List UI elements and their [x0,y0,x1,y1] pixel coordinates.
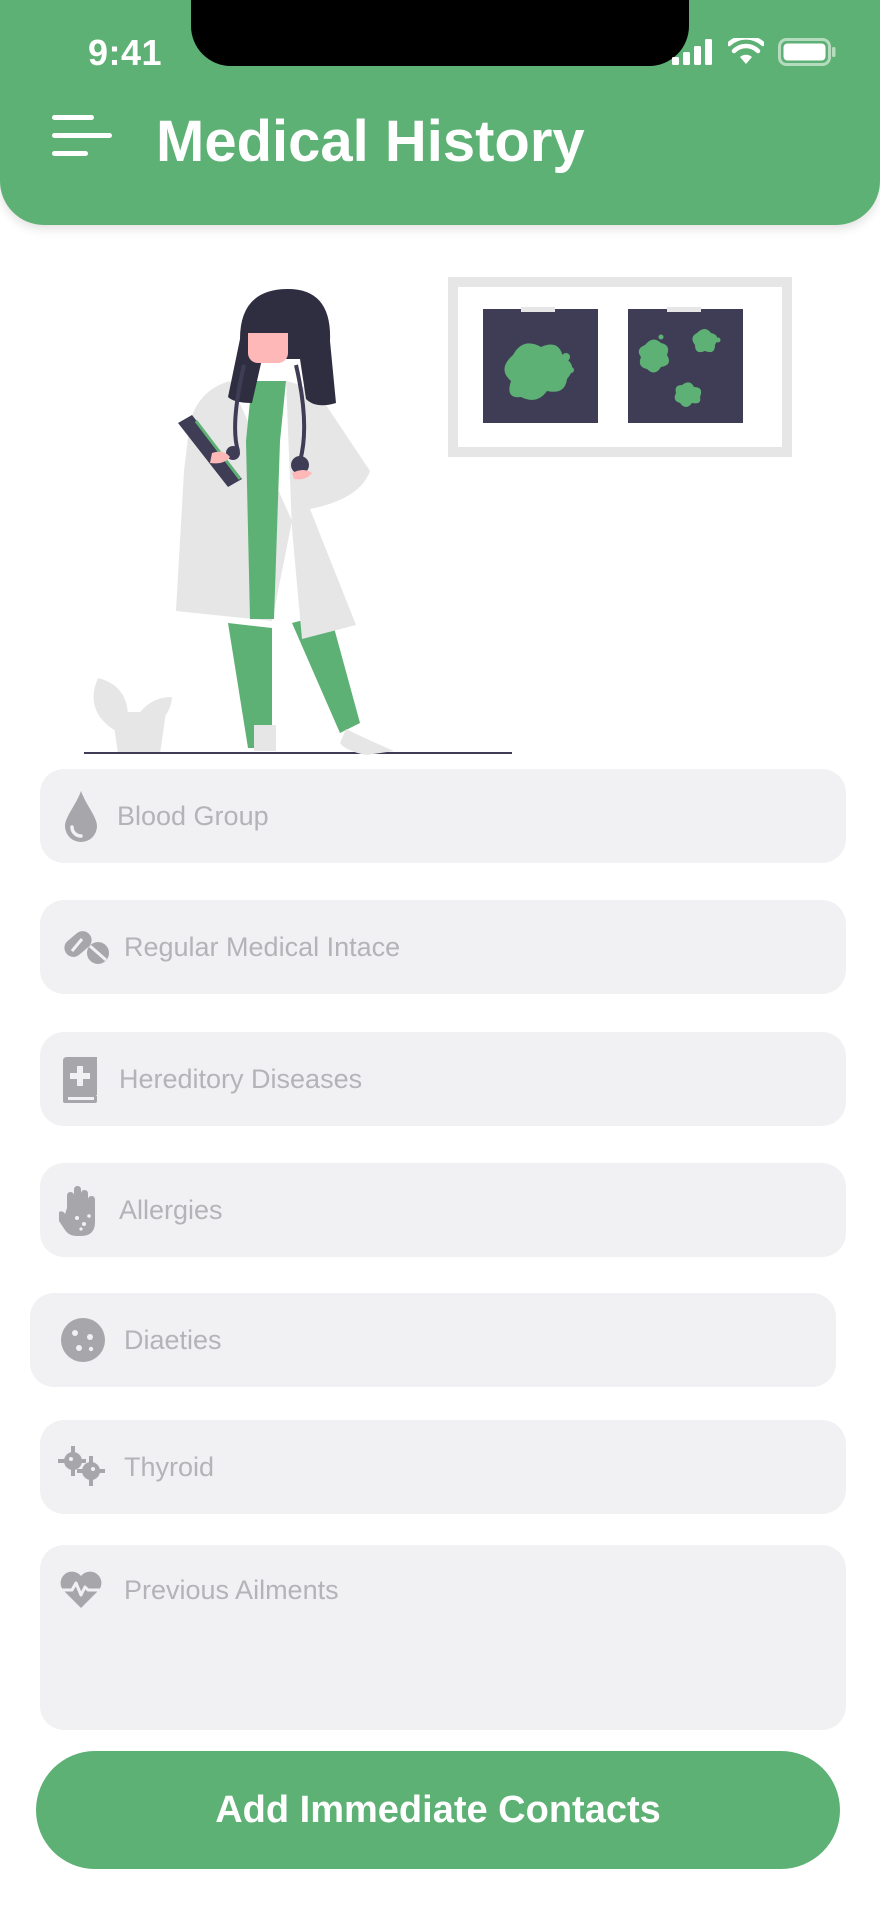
wifi-icon [728,38,764,64]
virus-icon [56,1444,106,1488]
page-title: Medical History [156,109,585,174]
status-time: 9:41 [88,32,163,73]
menu-line [52,133,112,138]
hereditary-diseases-input[interactable]: Hereditory Diseases [40,1032,846,1126]
menu-button[interactable] [52,115,114,161]
regular-medical-intake-placeholder: Regular Medical Intace [124,931,401,962]
blood-group-placeholder: Blood Group [117,800,269,831]
cookie-icon [60,1317,106,1363]
status-icons [672,38,836,66]
menu-line [52,151,88,156]
allergy-hand-icon [58,1185,102,1237]
regular-medical-intake-input[interactable]: Regular Medical Intace [40,900,846,994]
allergies-input[interactable]: Allergies [40,1163,846,1257]
battery-icon [778,38,836,66]
blood-group-input[interactable]: Blood Group [40,769,846,863]
hereditary-diseases-placeholder: Hereditory Diseases [119,1063,363,1094]
doctor-illustration [84,277,792,755]
diabetes-placeholder: Diaeties [124,1324,222,1355]
thyroid-input[interactable]: Thyroid [40,1420,846,1514]
signal-icon [672,39,712,65]
previous-ailments-input[interactable]: Previous Ailments [40,1545,846,1730]
medical-book-icon [58,1056,100,1104]
pills-icon [60,926,112,968]
menu-line [52,115,94,120]
heartbeat-icon [56,1569,106,1611]
previous-ailments-placeholder: Previous Ailments [124,1575,339,1605]
allergies-placeholder: Allergies [119,1194,223,1225]
app-header: 9:41 Medical History [0,0,880,225]
diabetes-input[interactable]: Diaeties [30,1293,836,1387]
thyroid-placeholder: Thyroid [124,1451,215,1482]
device-notch [191,0,689,66]
add-immediate-contacts-button[interactable]: Add Immediate Contacts [36,1751,840,1869]
blood-drop-icon [60,787,102,845]
